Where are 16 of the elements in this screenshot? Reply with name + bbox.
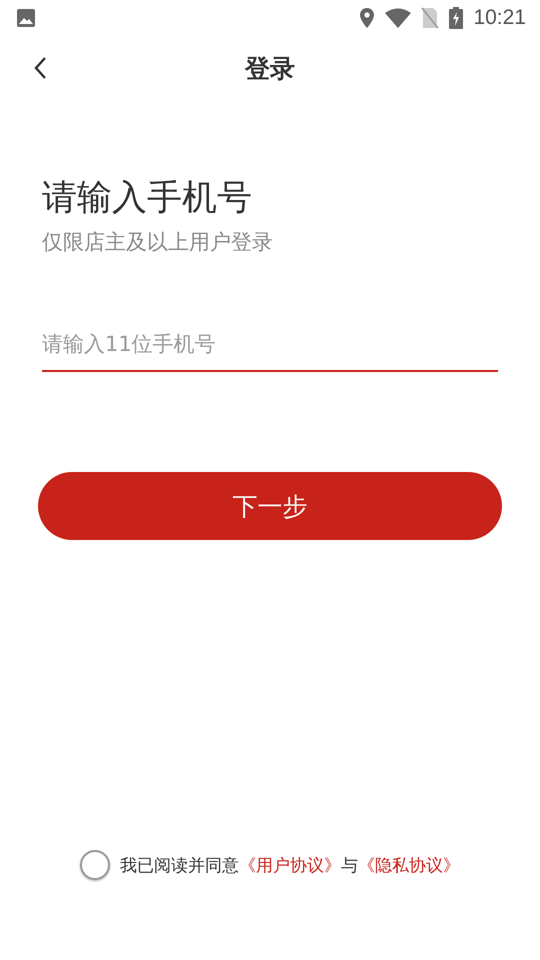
phone-input-field[interactable]: 请输入11位手机号 xyxy=(42,324,498,372)
agreement-text: 我已阅读并同意《用户协议》与《隐私协议》 xyxy=(120,854,460,876)
wifi-icon xyxy=(385,8,412,28)
location-icon xyxy=(359,7,376,29)
heading: 请输入手机号 xyxy=(42,177,253,220)
subtitle: 仅限店主及以上用户登录 xyxy=(42,229,274,256)
agreement-checkbox[interactable] xyxy=(80,850,110,880)
no-sim-icon xyxy=(421,7,440,29)
agreement-link[interactable]: 《隐私协议》 xyxy=(358,856,460,876)
page-title: 登录 xyxy=(245,52,295,84)
battery-charging-icon xyxy=(449,7,464,29)
image-icon xyxy=(16,8,36,28)
status-time: 10:21 xyxy=(473,6,526,30)
back-icon[interactable] xyxy=(33,56,47,80)
next-button[interactable]: 下一步 xyxy=(38,472,502,540)
agreement-link[interactable]: 《用户协议》 xyxy=(239,856,341,876)
